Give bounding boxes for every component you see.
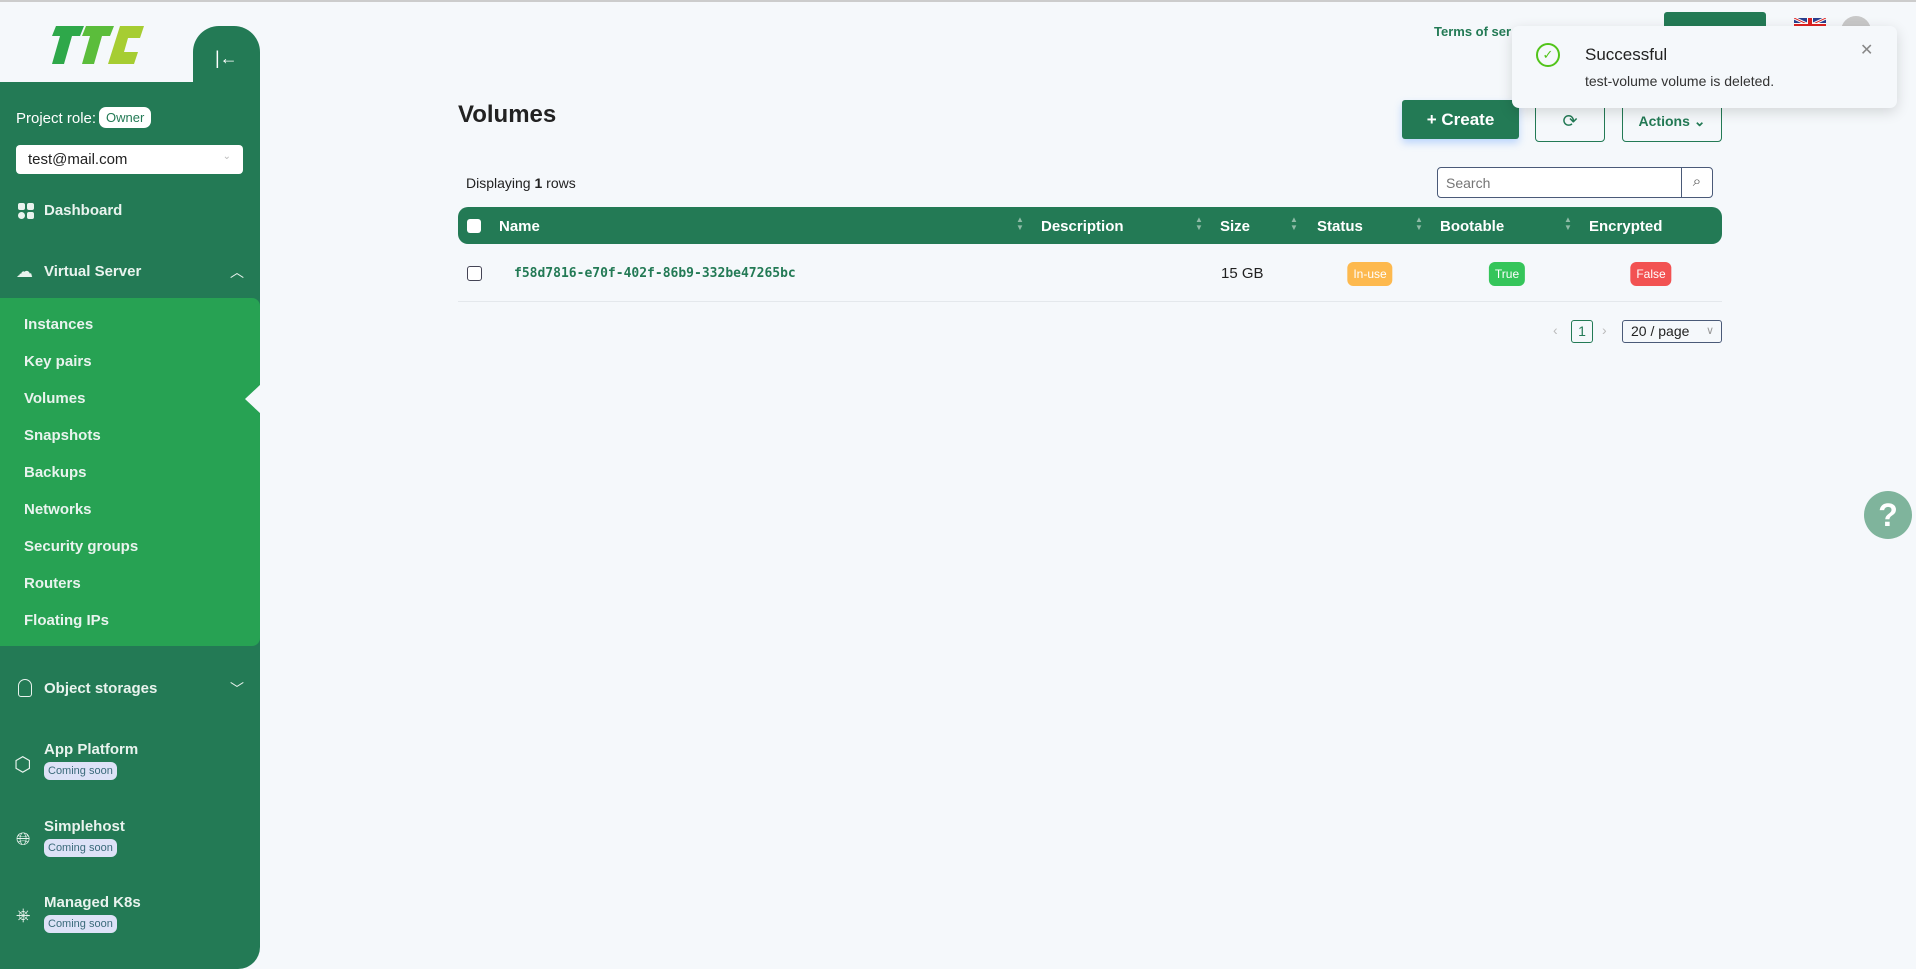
next-page-button[interactable]: › bbox=[1602, 322, 1607, 338]
sidebar-item-floating-ips[interactable]: Floating IPs bbox=[24, 612, 109, 629]
sidebar-item-object-storages[interactable]: Object storages ﹀ bbox=[16, 679, 244, 701]
status-badge: In-use bbox=[1347, 262, 1393, 286]
page-size-select[interactable]: 20 / page ∨ bbox=[1622, 320, 1722, 343]
column-header-bootable[interactable]: Bootable bbox=[1440, 218, 1504, 235]
column-header-status[interactable]: Status bbox=[1317, 218, 1363, 235]
create-label: Create bbox=[1441, 110, 1495, 129]
row-checkbox[interactable] bbox=[467, 266, 482, 281]
project-role-label: Project role: bbox=[16, 110, 97, 127]
sidebar-item-instances[interactable]: Instances bbox=[24, 316, 93, 333]
column-header-name[interactable]: Name bbox=[499, 218, 540, 235]
bootable-badge: True bbox=[1488, 262, 1526, 286]
sidebar-item-virtual-server[interactable]: ☁ Virtual Server ︿ bbox=[16, 262, 244, 284]
chevron-down-icon: ∨ bbox=[1705, 325, 1714, 337]
toast-title: Successful bbox=[1585, 45, 1668, 64]
project-role-badge: Owner bbox=[99, 107, 152, 128]
search-input[interactable] bbox=[1446, 173, 1666, 193]
refresh-icon: ⟳ bbox=[1562, 111, 1578, 131]
grid-icon bbox=[18, 203, 34, 219]
cloud-icon: ☁ bbox=[16, 262, 33, 281]
active-indicator bbox=[245, 384, 261, 414]
coming-soon-badge: Coming soon bbox=[44, 839, 117, 857]
chevron-up-icon: ︿ bbox=[230, 264, 244, 280]
sidebar-item-managed-k8s[interactable]: ⎈ Managed K8s Coming soon bbox=[14, 893, 214, 941]
sidebar-label: Simplehost bbox=[44, 818, 125, 835]
account-value: test@mail.com bbox=[28, 151, 128, 168]
sidebar-item-volumes[interactable]: Volumes bbox=[24, 390, 85, 407]
row-count-text: Displaying 1 rows bbox=[466, 175, 576, 191]
create-button[interactable]: + Create bbox=[1402, 100, 1519, 139]
cube-icon: ⬡ bbox=[14, 754, 32, 776]
sidebar-item-app-platform[interactable]: ⬡ App Platform Coming soon bbox=[14, 740, 214, 788]
account-select[interactable]: test@mail.com ⌄ bbox=[16, 145, 243, 174]
column-header-description[interactable]: Description bbox=[1041, 218, 1124, 235]
chevron-down-icon: ⌄ bbox=[1693, 113, 1706, 129]
sidebar-label: Virtual Server bbox=[44, 263, 142, 280]
chevron-down-icon: ⌄ bbox=[222, 151, 231, 162]
actions-label: Actions bbox=[1638, 113, 1690, 129]
sidebar-label: Managed K8s bbox=[44, 894, 141, 911]
select-all-checkbox[interactable] bbox=[467, 219, 481, 233]
sidebar-item-backups[interactable]: Backups bbox=[24, 464, 87, 481]
bucket-icon bbox=[18, 679, 32, 697]
sidebar-item-networks[interactable]: Networks bbox=[24, 501, 92, 518]
encrypted-badge: False bbox=[1630, 262, 1672, 286]
collapse-icon: |← bbox=[215, 48, 238, 68]
prev-page-button[interactable]: ‹ bbox=[1553, 322, 1558, 338]
success-toast: ✓ Successful test-volume volume is delet… bbox=[1512, 26, 1897, 108]
sort-icon[interactable]: ▲ ▼ bbox=[1290, 216, 1298, 232]
sort-icon[interactable]: ▲ ▼ bbox=[1415, 216, 1423, 232]
volume-name-link[interactable]: f58d7816-e70f-402f-86b9-332be47265bc bbox=[514, 266, 796, 281]
kubernetes-icon: ⎈ bbox=[16, 905, 31, 925]
sidebar-label: Dashboard bbox=[44, 202, 123, 219]
sidebar-item-security-groups[interactable]: Security groups bbox=[24, 538, 138, 555]
close-icon[interactable]: ✕ bbox=[1860, 40, 1873, 60]
sidebar-item-dashboard[interactable]: Dashboard bbox=[18, 201, 238, 223]
sort-icon[interactable]: ▲ ▼ bbox=[1016, 216, 1024, 232]
ttc-logo bbox=[52, 26, 144, 64]
globe-icon: 🌐︎ bbox=[16, 829, 31, 849]
coming-soon-badge: Coming soon bbox=[44, 915, 117, 933]
search-icon[interactable]: ⌕ bbox=[1681, 168, 1712, 197]
sidebar-item-routers[interactable]: Routers bbox=[24, 575, 81, 592]
column-header-encrypted[interactable]: Encrypted bbox=[1589, 218, 1662, 235]
sidebar-item-snapshots[interactable]: Snapshots bbox=[24, 427, 101, 444]
sidebar-label: Object storages bbox=[44, 680, 158, 697]
help-button[interactable]: ? bbox=[1864, 491, 1912, 539]
sort-icon[interactable]: ▲ ▼ bbox=[1564, 216, 1572, 232]
terms-link[interactable]: Terms of ser bbox=[1434, 24, 1511, 39]
sort-icon[interactable]: ▲ ▼ bbox=[1195, 216, 1203, 232]
check-circle-icon: ✓ bbox=[1536, 43, 1560, 67]
coming-soon-badge: Coming soon bbox=[44, 762, 117, 780]
sidebar-label: App Platform bbox=[44, 741, 139, 758]
page-1-button[interactable]: 1 bbox=[1571, 320, 1593, 343]
plus-icon: + bbox=[1426, 110, 1442, 129]
search-box: ⌕ bbox=[1437, 167, 1713, 198]
page-title: Volumes bbox=[458, 101, 557, 128]
sidebar-item-simplehost[interactable]: 🌐︎ Simplehost Coming soon bbox=[14, 817, 214, 865]
toast-message: test-volume volume is deleted. bbox=[1585, 73, 1775, 89]
page-size-value: 20 / page bbox=[1631, 323, 1690, 339]
volume-size: 15 GB bbox=[1221, 265, 1264, 282]
column-header-size[interactable]: Size bbox=[1220, 218, 1250, 235]
sidebar-item-key-pairs[interactable]: Key pairs bbox=[24, 353, 92, 370]
chevron-down-icon: ﹀ bbox=[230, 681, 244, 697]
